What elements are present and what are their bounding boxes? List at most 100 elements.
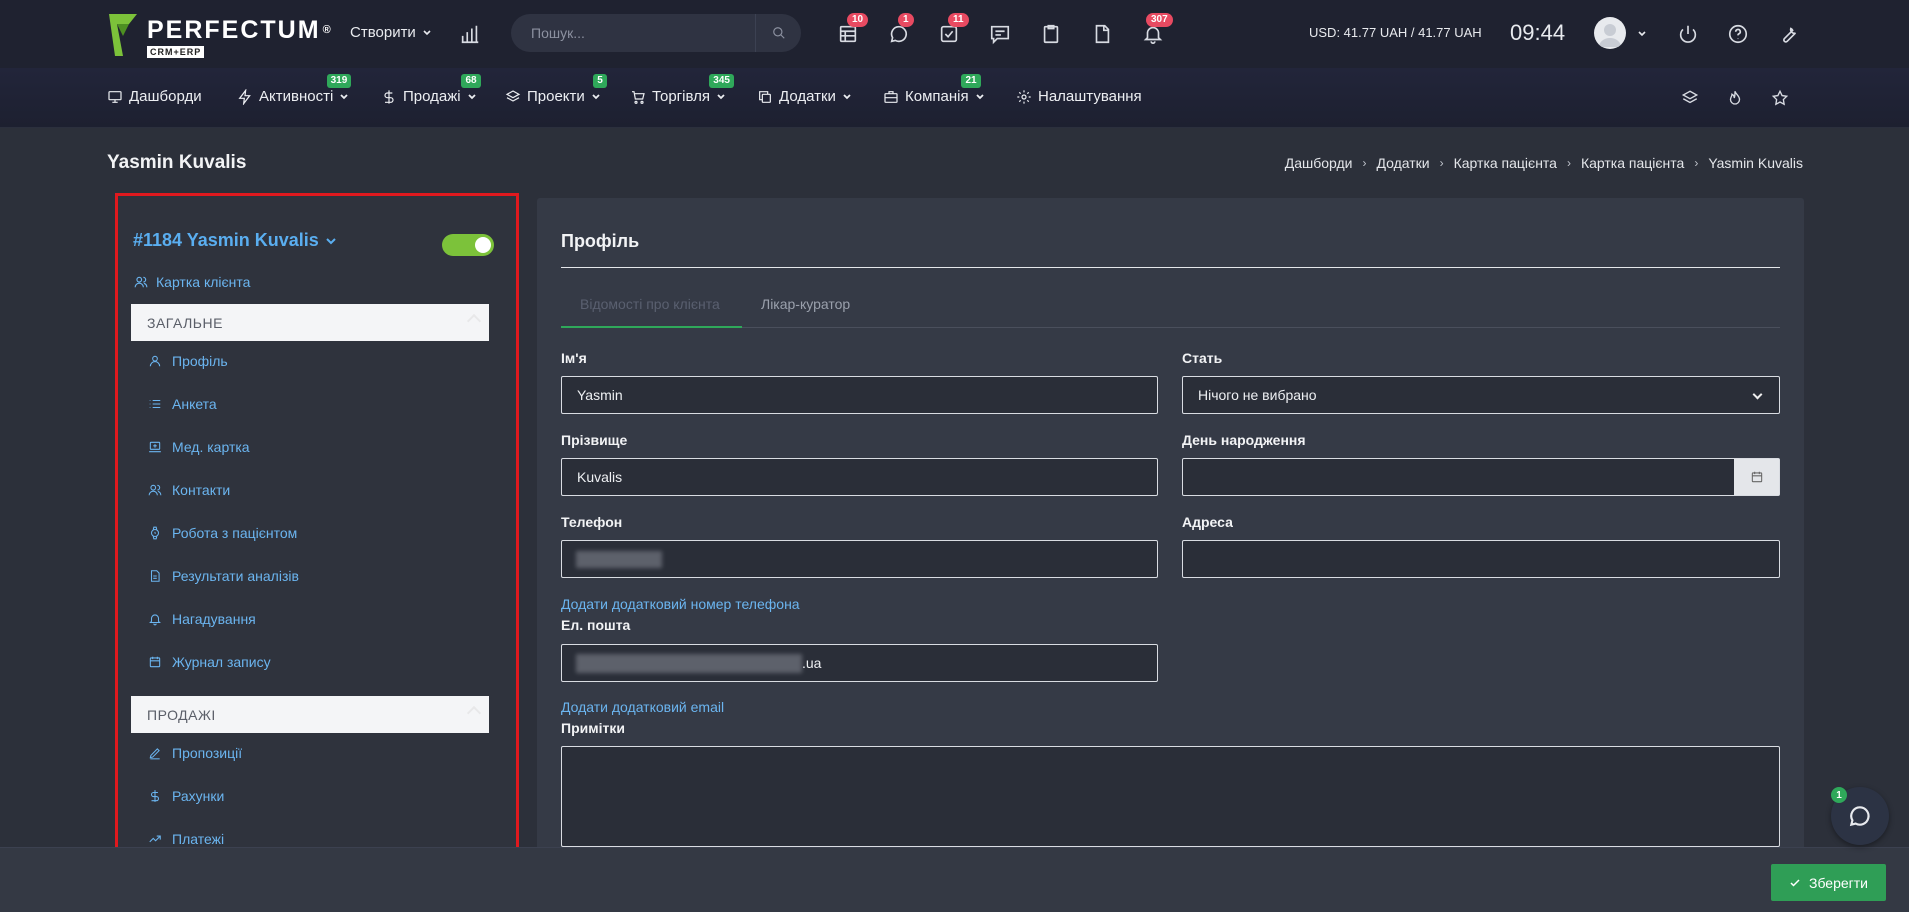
nav-item-addons[interactable]: Додатки [757,88,852,105]
nav-item-trade[interactable]: Торгівля 345 [630,74,734,105]
gender-select[interactable]: Нічого не вибрано [1182,376,1780,414]
tasks-button[interactable]: 11 [934,13,969,49]
last-name-field[interactable]: Kuvalis [561,458,1158,496]
bottom-action-bar [0,847,1909,912]
layers-button[interactable] [1675,83,1705,113]
gender-label: Стать [1182,350,1223,366]
active-toggle[interactable] [442,234,494,256]
user-avatar[interactable] [1594,17,1626,49]
email-label: Ел. пошта [561,617,631,633]
add-email-link[interactable]: Додати додатковий email [561,699,724,715]
trending-up-icon [149,835,161,843]
user-avatar-icon [1599,24,1621,47]
section-general[interactable]: ЗАГАЛЬНЕ [131,304,489,341]
gear-icon [1017,89,1031,104]
favorites-button[interactable] [1765,83,1795,113]
notifications-button[interactable]: 307 [1138,13,1173,49]
breadcrumb-item[interactable]: Картка пацієнта [1581,155,1684,171]
nav-item-sales[interactable]: Продажі 68 [381,74,481,105]
sidebar-item-test-results[interactable]: Результати аналізів [148,568,299,584]
clipboard-button[interactable] [1036,19,1066,49]
sidebar-item-questionnaire[interactable]: Анкета [148,396,217,412]
chevron-right-icon: › [1439,156,1444,170]
chevron-down-icon [1752,389,1763,400]
first-name-field[interactable]: Yasmin [561,376,1158,414]
chevron-down-icon [340,93,348,99]
sidebar-item-reminders[interactable]: Нагадування [148,611,256,627]
client-card-label: Картка клієнта [156,274,251,290]
breadcrumb-item[interactable]: Картка пацієнта [1454,155,1557,171]
add-phone-link[interactable]: Додати додатковий номер телефона [561,596,800,612]
collapse-icon [466,313,482,329]
search-button[interactable] [755,14,801,52]
logo-mark-icon [107,12,139,56]
patient-name: #1184 Yasmin Kuvalis [133,230,319,250]
copy-icon [759,90,771,103]
support-chat-button[interactable]: 1 [1831,787,1889,845]
chevron-right-icon: › [1694,156,1699,170]
sidebar-item-profile[interactable]: Профіль [148,353,228,369]
sidebar-item-invoices[interactable]: Рахунки [148,788,224,804]
patient-selector[interactable]: #1184 Yasmin Kuvalis [133,230,337,251]
nav-item-company[interactable]: Компанія 21 [883,74,985,105]
tasks-badge: 11 [948,13,969,27]
dollar-icon [150,790,160,802]
sidebar-item-label: Платежі [172,831,225,847]
create-menu-button[interactable]: Створити [350,24,432,41]
help-button[interactable] [1723,19,1753,49]
tabs-divider [561,327,1780,328]
chevron-down-icon [423,29,431,35]
tab-client-info[interactable]: Відомості про клієнта [580,296,720,312]
search-box[interactable] [511,14,801,52]
sidebar-item-patient-work[interactable]: Робота з пацієнтом [148,525,297,541]
birthday-field[interactable] [1182,458,1780,496]
chevron-right-icon: › [1566,156,1571,170]
sidebar-item-label: Рахунки [172,788,225,804]
email-field[interactable]: .ua [561,644,1158,682]
nav-label: Торгівля [652,88,710,105]
chat-bubble-icon [1849,806,1870,827]
logo[interactable]: PERFECTUM ® CRM+ERP [107,12,333,58]
nav-item-settings[interactable]: Налаштування [1016,88,1142,105]
active-tab-indicator [561,326,742,328]
tab-curator-doctor[interactable]: Лікар-куратор [761,296,850,312]
layers-icon [505,89,521,102]
sidebar-item-med-card[interactable]: Мед. картка [148,439,250,455]
nav-item-projects[interactable]: Проекти 5 [505,74,607,105]
nav-label: Дашборди [129,88,202,105]
sidebar-item-proposals[interactable]: Пропозиції [148,745,242,761]
section-sales[interactable]: ПРОДАЖІ [131,696,489,733]
address-field[interactable] [1182,540,1780,578]
clipboard-icon [1043,24,1059,44]
sidebar-item-payments[interactable]: Платежі [148,831,224,847]
star-icon [1771,89,1789,106]
user-menu-chevron-icon[interactable] [1637,29,1647,39]
cart-icon [632,90,645,104]
messages-button[interactable] [985,19,1015,49]
reports-button[interactable] [455,19,485,49]
sidebar-item-label: Журнал запису [172,654,271,670]
settings-tools-button[interactable] [1774,19,1804,49]
hot-button[interactable] [1720,83,1750,113]
calendar-icon [149,656,161,668]
client-card-link[interactable]: Картка клієнта [134,274,250,290]
breadcrumb-item[interactable]: Дашборди [1285,155,1353,171]
documents-button[interactable] [1087,19,1117,49]
breadcrumb-item[interactable]: Додатки [1376,155,1429,171]
logout-button[interactable] [1673,19,1703,49]
nav-label: Продажі [403,88,461,105]
sidebar-item-appointment-log[interactable]: Журнал запису [148,654,271,670]
nav-item-dashboards[interactable]: Дашборди [107,88,202,105]
phone-field[interactable] [561,540,1158,578]
save-label: Зберегти [1808,874,1868,891]
notes-textarea[interactable] [561,746,1780,847]
users-icon [134,276,148,288]
chat-button[interactable]: 1 [884,13,914,49]
gender-value: Нічого не вибрано [1198,387,1317,403]
search-input[interactable] [511,14,751,52]
sidebar-item-contacts[interactable]: Контакти [148,482,230,498]
date-picker-button[interactable] [1734,459,1779,495]
nav-item-activities[interactable]: Активності 319 [237,74,352,105]
save-button[interactable]: Зберегти [1771,864,1886,901]
calendar-button[interactable]: 10 [833,13,869,49]
